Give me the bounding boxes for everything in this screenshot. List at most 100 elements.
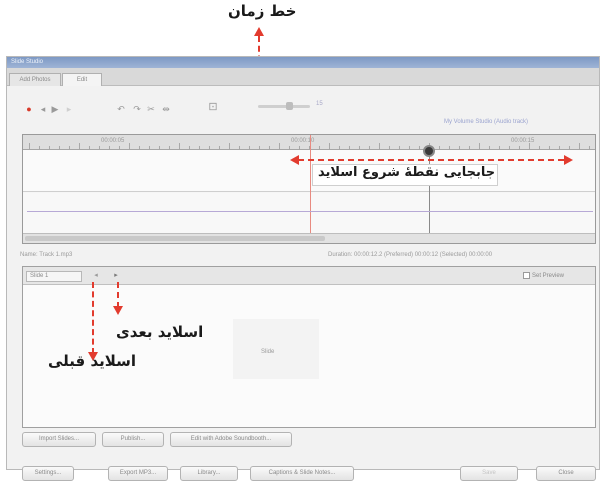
ruler-tick <box>539 146 540 149</box>
slide-preview <box>233 319 319 379</box>
ruler-tick <box>269 146 270 149</box>
slide-panel: Slide 1 ◂ ▸ Set Preview Slide <box>22 266 596 428</box>
timeline-panel: 00:00:05 00:00:10 00:00:15 <box>22 134 596 244</box>
timeline-scroll-thumb[interactable] <box>25 236 325 241</box>
ruler-tick <box>69 146 70 149</box>
ruler-tick <box>259 146 260 149</box>
ruler-tick <box>59 146 60 149</box>
zoom-slider[interactable] <box>258 105 310 108</box>
ruler-tick <box>279 143 280 149</box>
save-button[interactable]: Save <box>460 466 518 481</box>
drag-handle-icon[interactable] <box>423 145 435 157</box>
export-mp3-button[interactable]: Export MP3... <box>108 466 168 481</box>
set-preview-checkbox[interactable]: Set Preview <box>523 272 564 279</box>
slide-selector[interactable]: Slide 1 <box>26 271 82 282</box>
next-slide-arrow-head <box>113 306 123 315</box>
audio-track[interactable] <box>23 193 595 233</box>
captions-button[interactable]: Captions & Slide Notes... <box>250 466 354 481</box>
publish-button[interactable]: Publish... <box>102 432 164 447</box>
previous-slide-annotation: اسلاید قبلی <box>48 352 137 370</box>
ruler-tick <box>299 146 300 149</box>
tab-add-photos[interactable]: Add Photos <box>9 73 61 86</box>
duration-info: Duration: 00:00:12.2 (Preferred) 00:00:1… <box>328 252 493 258</box>
ruler-tick <box>339 146 340 149</box>
next-slide-button[interactable]: ▸ <box>111 271 121 281</box>
ruler-tick <box>409 146 410 149</box>
ruler-tick <box>399 146 400 149</box>
import-slides-button[interactable]: Import Slides... <box>22 432 96 447</box>
undo-icon[interactable]: ↶ <box>116 104 126 114</box>
slide-boundary[interactable] <box>429 150 430 233</box>
zoom-value: 15 <box>316 101 323 107</box>
play-icon[interactable]: ▶ <box>50 104 60 114</box>
forward-icon[interactable]: ▸ <box>64 104 74 114</box>
ruler-tick <box>439 146 440 149</box>
ruler-tick <box>89 146 90 149</box>
ruler-tick <box>549 146 550 149</box>
ruler-tick <box>209 146 210 149</box>
move-start-annotation: جابجایی نقطهٔ شروع اسلاید <box>318 165 496 180</box>
ruler-tick <box>369 146 370 149</box>
ruler-tick <box>109 146 110 149</box>
playhead[interactable] <box>310 135 311 233</box>
move-start-arrow-right <box>564 155 573 165</box>
tab-edit[interactable]: Edit <box>62 73 102 86</box>
library-button[interactable]: Library... <box>180 466 238 481</box>
slide-panel-header: Slide 1 ◂ ▸ Set Preview <box>23 267 595 285</box>
prev-slide-arrow-line <box>92 282 94 354</box>
lock-icon[interactable]: ⊡ <box>206 102 220 113</box>
ruler-label: 00:00:15 <box>511 138 535 144</box>
slide-track[interactable] <box>23 150 595 192</box>
checkbox-box[interactable] <box>523 272 530 279</box>
zoom-slider-handle[interactable] <box>286 102 293 110</box>
ruler-tick <box>479 143 480 149</box>
ruler-tick <box>169 146 170 149</box>
ruler-tick <box>449 146 450 149</box>
ruler-tick <box>419 146 420 149</box>
tab-strip: Add Photos Edit <box>7 68 599 86</box>
previous-slide-button[interactable]: ◂ <box>91 271 101 281</box>
edit-soundbooth-button[interactable]: Edit with Adobe Soundbooth... <box>170 432 292 447</box>
ruler-tick <box>389 146 390 149</box>
ruler-tick <box>569 146 570 149</box>
ruler-tick <box>319 146 320 149</box>
ruler-tick <box>289 146 290 149</box>
ruler-tick <box>149 146 150 149</box>
audio-waveform <box>27 211 593 212</box>
ruler-tick <box>459 146 460 149</box>
timeline-scrollbar[interactable] <box>23 233 595 243</box>
ruler-label: 00:00:05 <box>101 138 125 144</box>
ruler-tick <box>79 143 80 149</box>
ruler-tick <box>489 146 490 149</box>
close-button[interactable]: Close <box>536 466 596 481</box>
ruler-tick <box>499 146 500 149</box>
timeline-arrow-head <box>254 27 264 36</box>
timeline-ruler: 00:00:05 00:00:10 00:00:15 <box>23 135 595 150</box>
set-preview-label: Set Preview <box>532 273 565 280</box>
ruler-tick <box>219 146 220 149</box>
ruler-tick <box>509 146 510 149</box>
settings-button[interactable]: Settings... <box>22 466 74 481</box>
slide-placeholder: Slide <box>261 349 275 355</box>
ruler-tick <box>379 143 380 149</box>
ruler-tick <box>39 146 40 149</box>
split-icon[interactable]: ⇹ <box>160 104 172 114</box>
move-start-arrow-line <box>298 159 564 161</box>
ruler-tick <box>199 146 200 149</box>
ruler-tick <box>469 146 470 149</box>
project-label: My Volume Studio (Audio track) <box>444 119 529 125</box>
ruler-tick <box>139 146 140 149</box>
status-bar: Name: Track 1.mp3 Duration: 00:00:12.2 (… <box>20 252 598 262</box>
ruler-tick <box>239 146 240 149</box>
rewind-icon[interactable]: ◂ <box>38 104 48 114</box>
redo-icon[interactable]: ↷ <box>132 104 142 114</box>
next-slide-annotation: اسلاید بعدی <box>116 323 204 341</box>
ruler-tick <box>119 146 120 149</box>
cut-icon[interactable]: ✂ <box>146 104 156 114</box>
ruler-tick <box>519 146 520 149</box>
ruler-tick <box>29 143 30 149</box>
move-start-arrow-left <box>290 155 299 165</box>
record-icon[interactable]: ● <box>24 104 34 114</box>
ruler-tick <box>579 143 580 149</box>
ruler-tick <box>329 143 330 149</box>
